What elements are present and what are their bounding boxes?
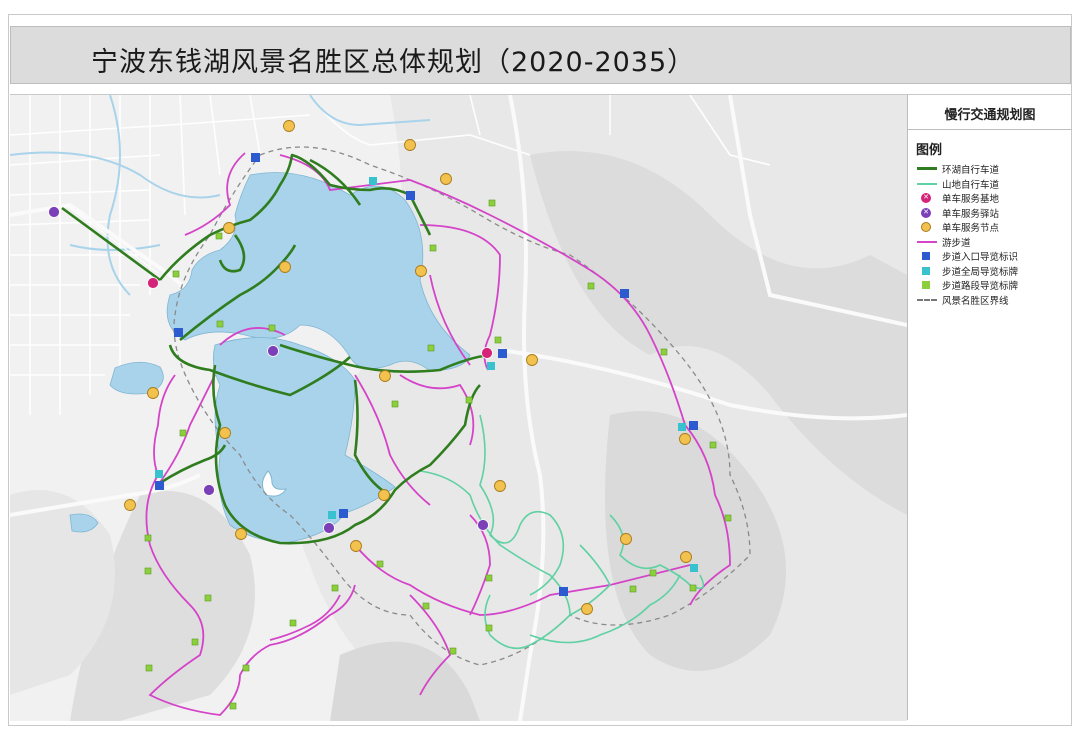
legend-label: 环湖自行车道 — [942, 165, 1000, 177]
legend-item-boundary: 风景名胜区界线 — [916, 293, 1068, 308]
map-svg — [10, 95, 907, 721]
legend-label: 步道入口导览标识 — [942, 252, 1019, 264]
legend-item-global-sign: 步道全局导览标牌 — [916, 264, 1068, 279]
legend-label: 步道路段导览标牌 — [942, 281, 1019, 293]
legend-label: 风景名胜区界线 — [942, 295, 1009, 307]
legend-item-trail: 游步道 — [916, 235, 1068, 250]
legend-item-bike-loop: 环湖自行车道 — [916, 162, 1068, 177]
trail-entrance-sign-icon — [916, 250, 938, 262]
map-canvas[interactable] — [10, 94, 907, 721]
mountain-bike-line-icon — [916, 178, 938, 190]
terrain-layer — [10, 95, 907, 721]
scenic-boundary-line-icon — [916, 294, 938, 306]
map-panel-title: 慢行交通规划图 — [944, 108, 1036, 123]
legend-item-bike-station: ✕ 单车服务驿站 — [916, 206, 1068, 221]
legend-divider — [908, 129, 1072, 130]
legend-label: 山地自行车道 — [942, 179, 1000, 191]
bike-service-base-icon: ✕ — [916, 192, 938, 204]
legend-label: 单车服务基地 — [942, 194, 1000, 206]
legend-list: 环湖自行车道 山地自行车道 ✕ 单车服务基地 ✕ 单车服务驿站 单车服务节点 游… — [916, 162, 1068, 307]
legend-item-section-sign: 步道路段导览标牌 — [916, 278, 1068, 293]
trail-line-icon — [916, 236, 938, 248]
legend-label: 步道全局导览标牌 — [942, 266, 1019, 278]
legend-label: 游步道 — [942, 237, 971, 249]
bike-service-node-icon — [916, 221, 938, 233]
title-bar: 宁波东钱湖风景名胜区总体规划（2020-2035） — [10, 26, 1071, 84]
bike-loop-line-icon — [916, 163, 938, 175]
trail-section-sign-icon — [916, 279, 938, 291]
legend-item-bike-node: 单车服务节点 — [916, 220, 1068, 235]
legend-label: 单车服务节点 — [942, 223, 1000, 235]
legend-panel: 慢行交通规划图 图例 环湖自行车道 山地自行车道 ✕ 单车服务基地 ✕ 单车服务… — [907, 94, 1072, 720]
bike-service-station-icon: ✕ — [916, 207, 938, 219]
page-title: 宁波东钱湖风景名胜区总体规划（2020-2035） — [91, 47, 696, 78]
trail-global-sign-icon — [916, 265, 938, 277]
legend-item-bike-base: ✕ 单车服务基地 — [916, 191, 1068, 206]
legend-item-mountain-bike: 山地自行车道 — [916, 177, 1068, 192]
legend-label: 单车服务驿站 — [942, 208, 1000, 220]
legend-item-entrance-sign: 步道入口导览标识 — [916, 249, 1068, 264]
legend-heading: 图例 — [916, 143, 943, 158]
